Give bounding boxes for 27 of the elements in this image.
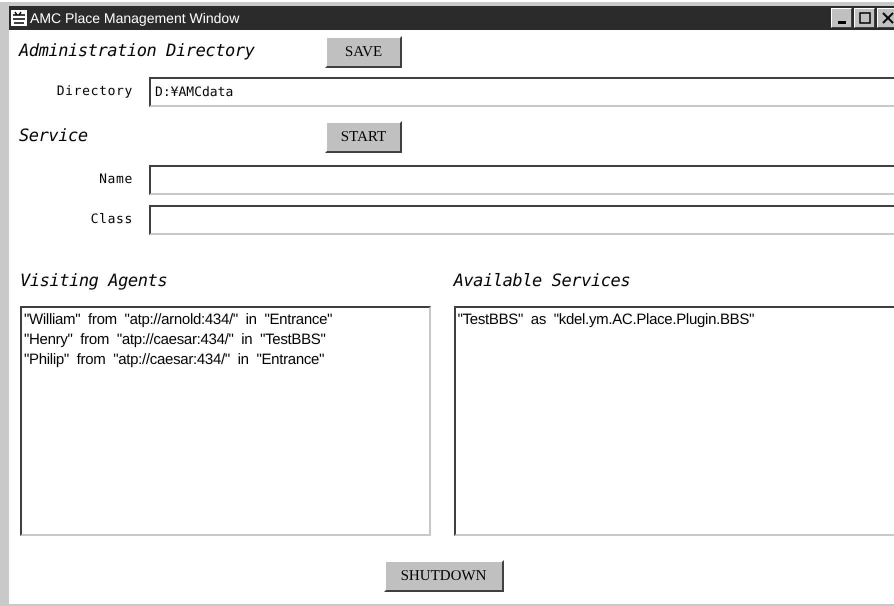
- field-label: Class: [90, 211, 134, 230]
- window-title: AMC Place Management Window: [30, 8, 240, 28]
- start-button[interactable]: START: [325, 121, 402, 153]
- close-icon: [882, 12, 894, 24]
- minimize-button[interactable]: [831, 8, 852, 28]
- list-item[interactable]: "TestBBS" as "kdel.ym.AC.Place.Plugin.BBS": [458, 310, 894, 330]
- list-box[interactable]: "William" from "atp://arnold:434/" in "Entrance" "Henry" from "atp://caesar:434/" in "TestBBS" "Philip" from "atp://caesar:434/" in "Entrance": [20, 306, 431, 536]
- field-label: Name: [98, 171, 134, 190]
- close-button[interactable]: [877, 8, 894, 28]
- list-box[interactable]: "TestBBS" as "kdel.ym.AC.Place.Plugin.BBS": [454, 306, 894, 536]
- section-heading: Service: [18, 125, 89, 148]
- list-item[interactable]: "Henry" from "atp://caesar:434/" in "TestBBS": [24, 330, 427, 350]
- list-heading: Visiting Agents: [20, 270, 168, 294]
- field-label: Directory: [56, 83, 134, 102]
- maximize-button[interactable]: [854, 8, 875, 28]
- save-button[interactable]: SAVE: [325, 36, 402, 68]
- text-field[interactable]: [149, 205, 894, 235]
- maximize-icon: [858, 12, 870, 24]
- list-item[interactable]: "Philip" from "atp://caesar:434/" in "Entrance": [24, 350, 427, 370]
- minimize-icon: [838, 21, 846, 24]
- text-field[interactable]: D:¥AMCdata: [149, 77, 894, 107]
- text-field[interactable]: [149, 165, 894, 195]
- list-item[interactable]: "William" from "atp://arnold:434/" in "Entrance": [24, 310, 427, 330]
- section-heading: Administration Directory: [17, 40, 256, 64]
- app-icon: [10, 9, 28, 27]
- list-heading: Available Services: [454, 270, 632, 294]
- shutdown-button[interactable]: SHUTDOWN: [384, 560, 504, 592]
